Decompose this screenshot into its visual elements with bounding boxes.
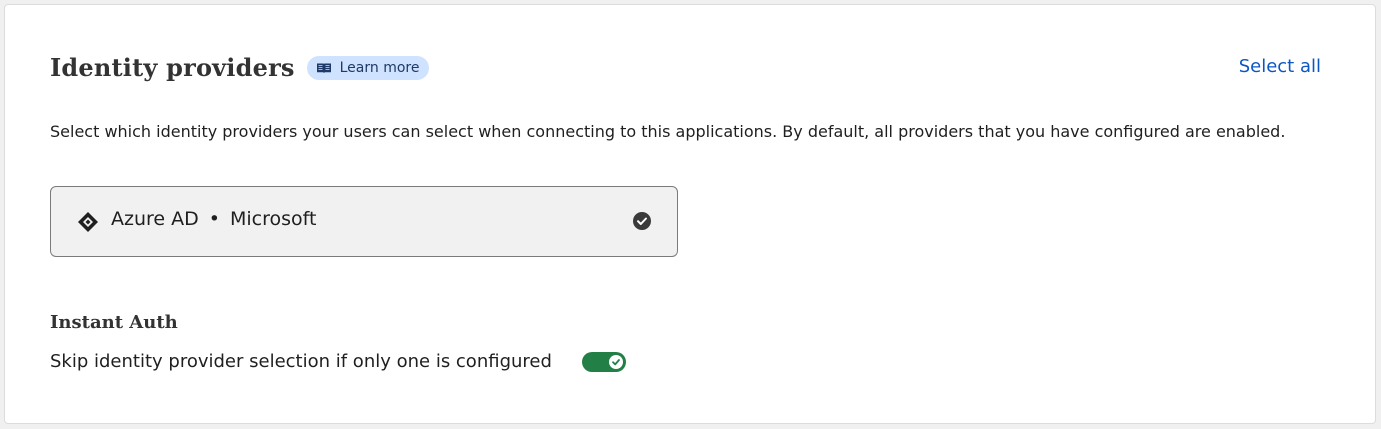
toggle-check-icon [608, 354, 623, 369]
section-title: Identity providers [50, 53, 295, 82]
instant-auth-row: Skip identity provider selection if only… [50, 351, 626, 372]
azure-ad-icon [77, 211, 99, 237]
provider-option-azure-ad[interactable]: Azure AD • Microsoft [50, 186, 678, 257]
learn-more-button[interactable]: Learn more [306, 55, 430, 80]
instant-auth-toggle[interactable] [581, 351, 626, 372]
provider-name: Azure AD [111, 208, 199, 230]
selected-check-icon [633, 212, 651, 234]
instant-auth-label: Skip identity provider selection if only… [50, 351, 552, 372]
select-all-link[interactable]: Select all [1239, 56, 1321, 77]
section-header: Identity providers Learn more [50, 53, 430, 82]
book-icon [316, 62, 332, 74]
provider-separator: • [208, 208, 220, 230]
identity-providers-card: Identity providers Learn more Select all… [4, 4, 1376, 424]
instant-auth-title: Instant Auth [50, 312, 178, 333]
learn-more-label: Learn more [339, 59, 420, 76]
provider-label: Azure AD • Microsoft [111, 208, 316, 230]
provider-type: Microsoft [229, 208, 317, 230]
section-description: Select which identity providers your use… [50, 122, 1286, 141]
